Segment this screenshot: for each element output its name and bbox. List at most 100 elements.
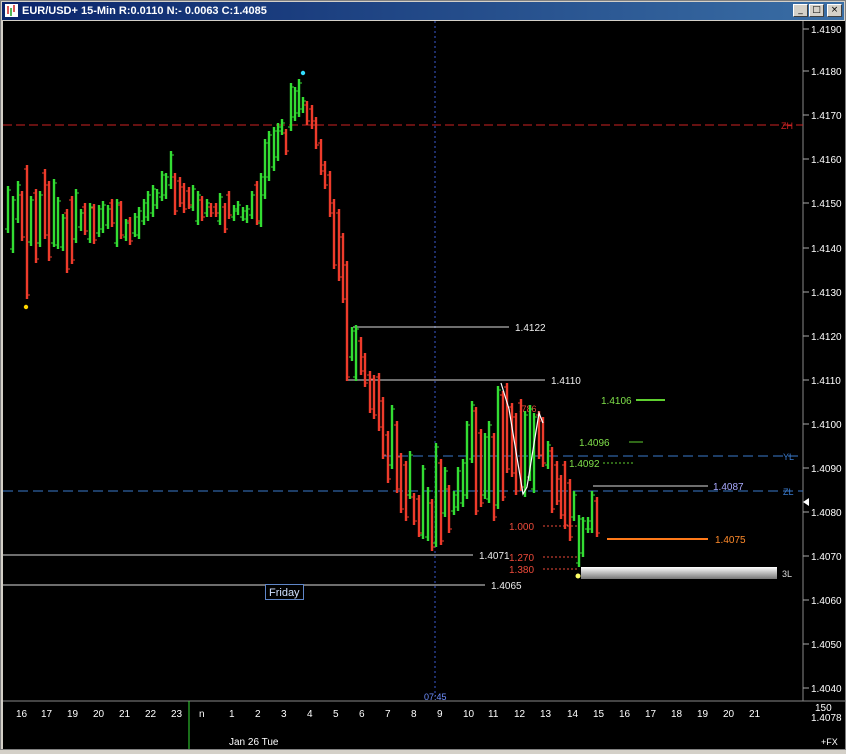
time-tick-label: 11 — [488, 709, 499, 720]
price-tick: 1.4090 — [803, 464, 842, 475]
close-button[interactable]: × — [827, 4, 842, 17]
time-tick-label: 18 — [671, 709, 683, 720]
price-tick: 1.4080 — [803, 508, 842, 519]
zl-label: ZL — [783, 487, 794, 497]
time-tick-label: 21 — [749, 709, 761, 720]
price-tick: 1.4130 — [803, 288, 842, 299]
time-tick-label: 12 — [514, 709, 526, 720]
price-tick: 1.4170 — [803, 111, 842, 122]
price-axis: 1.4190 1.4180 1.4170 1.4160 1.4150 1.414… — [803, 25, 842, 724]
level-label-1.4065: 1.4065 — [491, 581, 522, 592]
price-tick-label: 1.4080 — [811, 508, 842, 519]
price-tick-label: 1.4190 — [811, 25, 842, 36]
yl-label: YL — [783, 452, 794, 462]
time-tick-label: 7 — [385, 709, 391, 720]
price-tick-label: 1.4110 — [811, 376, 841, 387]
price-tick-label: 1.4120 — [811, 332, 842, 343]
level-label-1.4122: 1.4122 — [515, 323, 546, 334]
price-tick: 1.4190 — [803, 25, 842, 36]
chart-area[interactable]: 1.4190 1.4180 1.4170 1.4160 1.4150 1.414… — [3, 21, 845, 749]
time-tick-label: 13 — [540, 709, 552, 720]
time-tick-label: 2 — [255, 709, 261, 720]
crosshair-time-label: 07:45 — [424, 692, 447, 702]
fib-label-1380: 1.380 — [509, 565, 534, 576]
minimize-icon: _ — [798, 5, 803, 15]
price-tick: 1.4150 — [803, 199, 842, 210]
time-axis: 16 17 19 20 21 22 23 n 1 2 3 4 5 6 7 8 9… — [16, 701, 838, 749]
price-tick-label: 1.4160 — [811, 155, 842, 166]
level-label-1.4106: 1.4106 — [601, 396, 632, 407]
price-tick: 1.4060 — [803, 596, 842, 607]
price-tick-label: 1.4060 — [811, 596, 842, 607]
chart-app-icon — [5, 4, 18, 17]
time-tick-label: 8 — [411, 709, 417, 720]
close-icon: × — [830, 5, 839, 15]
time-tick-label: 17 — [645, 709, 657, 720]
price-tick-label: 1.4180 — [811, 67, 842, 78]
3l-label: 3L — [782, 569, 792, 579]
swing-high-dot — [300, 70, 306, 76]
price-tick-label: 1.4050 — [811, 640, 842, 651]
price-chart[interactable]: 1.4190 1.4180 1.4170 1.4160 1.4150 1.414… — [3, 21, 845, 749]
price-tick: 1.4040 — [803, 684, 842, 695]
level-label-1.4110: 1.4110 — [551, 376, 581, 387]
price-tick-label: 1.4090 — [811, 464, 842, 475]
price-tick: 1.4180 — [803, 67, 842, 78]
price-tick-label: 1.4070 — [811, 552, 842, 563]
time-tick-label: 3 — [281, 709, 287, 720]
time-tick-label: 16 — [619, 709, 631, 720]
time-tick-label: 20 — [723, 709, 735, 720]
level-label-1.4092: 1.4092 — [569, 459, 600, 470]
last-price-label: 1.4078 — [811, 713, 842, 724]
time-tick-label: 20 — [93, 709, 105, 720]
maximize-button[interactable]: □ — [809, 4, 824, 17]
price-tick: 1.4110 — [803, 376, 841, 387]
instrument-corner-label: +FX — [821, 737, 838, 747]
current-price-marker-icon — [803, 498, 809, 506]
fib-label-1270: 1.270 — [509, 553, 534, 564]
window-title: EUR/USD+ 15-Min R:0.0110 N:- 0.0063 C:1.… — [22, 5, 267, 17]
price-tick: 1.4070 — [803, 552, 842, 563]
price-tick-label: 1.4040 — [811, 684, 842, 695]
price-tick: 1.4100 — [803, 420, 842, 431]
time-tick-label: 9 — [437, 709, 443, 720]
time-tick-label: 19 — [697, 709, 709, 720]
time-tick-label: 1 — [229, 709, 235, 720]
price-tick: 1.4120 — [803, 332, 842, 343]
price-tick: 1.4140 — [803, 244, 842, 255]
time-tick-label: 10 — [463, 709, 475, 720]
chart-window: EUR/USD+ 15-Min R:0.0110 N:- 0.0063 C:1.… — [0, 0, 846, 750]
price-tick-label: 1.4100 — [811, 420, 842, 431]
swing-low-dot — [575, 573, 581, 579]
price-tick-label: 1.4140 — [811, 244, 842, 255]
time-tick-label: 21 — [119, 709, 131, 720]
title-bar[interactable]: EUR/USD+ 15-Min R:0.0110 N:- 0.0063 C:1.… — [2, 2, 844, 20]
time-tick-label: 4 — [307, 709, 313, 720]
time-tick-label: 22 — [145, 709, 157, 720]
date-label: Jan 26 Tue — [229, 737, 279, 748]
level-label-1.4087: 1.4087 — [713, 482, 744, 493]
level-label-1.4075: 1.4075 — [715, 535, 746, 546]
plot-background — [3, 21, 803, 697]
time-tick-label: 14 — [567, 709, 579, 720]
price-tick-label: 1.4170 — [811, 111, 842, 122]
time-tick-label: 16 — [16, 709, 28, 720]
time-tick-label: 23 — [171, 709, 183, 720]
level-label-1.4071: 1.4071 — [479, 551, 510, 562]
time-tick-label: 17 — [41, 709, 53, 720]
price-tick-label: 1.4150 — [811, 199, 842, 210]
friday-annotation[interactable]: Friday — [265, 584, 304, 600]
level-label-1.4096: 1.4096 — [579, 438, 610, 449]
minimize-button[interactable]: _ — [793, 4, 808, 17]
time-tick-label: 19 — [67, 709, 79, 720]
time-tick-label: 6 — [359, 709, 365, 720]
price-tick-label: 1.4130 — [811, 288, 842, 299]
price-tick: 1.4050 — [803, 640, 842, 651]
3l-level-bar[interactable] — [581, 567, 777, 579]
price-tick: 1.4160 — [803, 155, 842, 166]
time-tick-label: 5 — [333, 709, 339, 720]
swing-low-dot — [23, 304, 29, 310]
maximize-icon: □ — [812, 5, 821, 15]
time-tick-label: 15 — [593, 709, 605, 720]
fib-label-1000: 1.000 — [509, 522, 534, 533]
